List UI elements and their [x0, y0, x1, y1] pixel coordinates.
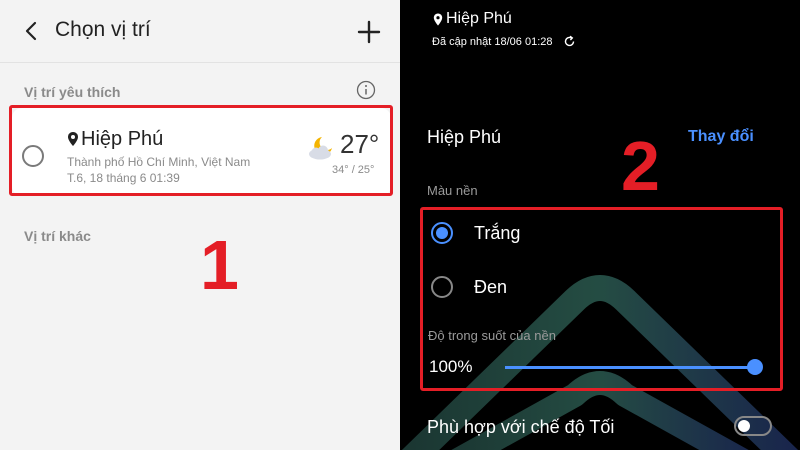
divider — [0, 62, 400, 63]
info-icon[interactable] — [356, 80, 376, 100]
background-color-label: Màu nền — [427, 183, 478, 198]
page-title: Chọn vị trí — [55, 18, 151, 41]
location-picker-panel: Chọn vị trí Vị trí yêu thích Hiệp Phú Th… — [0, 0, 400, 450]
back-arrow-icon[interactable] — [20, 19, 42, 43]
plus-icon[interactable] — [356, 19, 382, 45]
highlight-box-1 — [9, 105, 393, 196]
top-bar: Chọn vị trí — [0, 0, 400, 62]
section-favorites-label: Vị trí yêu thích — [24, 84, 121, 100]
section-other-label: Vị trí khác — [24, 228, 91, 244]
location-pin-icon — [433, 13, 443, 26]
widget-title: Hiệp Phú — [446, 10, 512, 27]
step-number-1: 1 — [200, 226, 239, 304]
widget-updated-time: Đã cập nhật 18/06 01:28 — [432, 36, 553, 48]
change-location-button[interactable]: Thay đổi — [688, 128, 754, 146]
dark-mode-label: Phù hợp với chế độ Tối — [427, 417, 615, 437]
dark-mode-toggle[interactable] — [734, 416, 772, 436]
refresh-icon[interactable] — [563, 35, 576, 48]
toggle-knob — [738, 420, 750, 432]
widget-settings-panel: Hiệp Phú Đã cập nhật 18/06 01:28 Hiệp Ph… — [400, 0, 800, 450]
step-number-2: 2 — [621, 127, 660, 205]
highlight-box-2 — [420, 207, 783, 391]
location-setting-name: Hiệp Phú — [427, 127, 502, 147]
